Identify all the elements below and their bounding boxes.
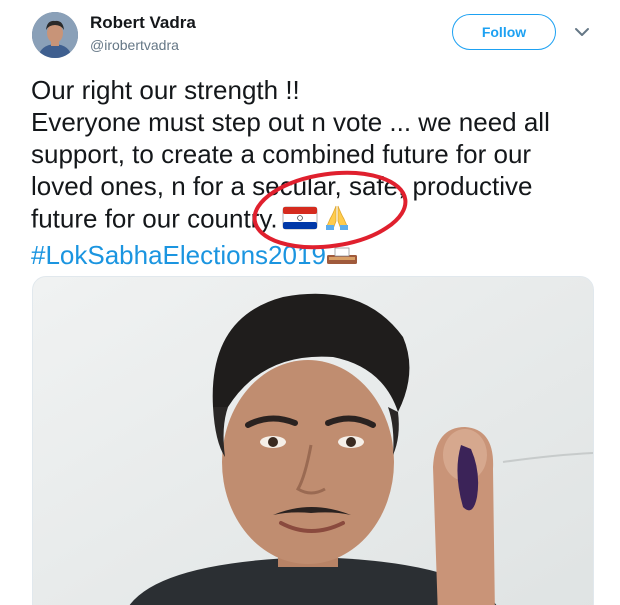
hashtag-link[interactable]: #LokSabhaElections2019 bbox=[31, 240, 326, 270]
tweet-line: Everyone must step out n vote ... we nee… bbox=[31, 107, 550, 137]
follow-button[interactable]: Follow bbox=[452, 14, 556, 50]
author-handle[interactable]: @irobertvadra bbox=[90, 37, 179, 53]
tweet: Robert Vadra @irobertvadra Follow Our ri… bbox=[0, 0, 620, 605]
tweet-line-with-emoji: future for our country. bbox=[31, 202, 601, 239]
tweet-line: Our right our strength !! bbox=[31, 75, 300, 105]
chevron-down-icon[interactable] bbox=[572, 24, 592, 40]
avatar[interactable] bbox=[32, 12, 78, 58]
author-name[interactable]: Robert Vadra bbox=[90, 13, 196, 33]
folded-hands-icon bbox=[322, 202, 352, 239]
ballot-box-icon bbox=[326, 241, 358, 273]
hashtag-line: #LokSabhaElections2019 bbox=[31, 239, 601, 273]
tweet-line: support, to create a combined future for… bbox=[31, 139, 532, 169]
tweet-photo[interactable] bbox=[32, 276, 594, 605]
tweet-line: future for our country. bbox=[31, 203, 278, 234]
tweet-line: loved ones, n for a secular, safe, produ… bbox=[31, 171, 533, 201]
tweet-text: Our right our strength !! Everyone must … bbox=[31, 74, 601, 273]
flag-icon bbox=[282, 205, 318, 237]
